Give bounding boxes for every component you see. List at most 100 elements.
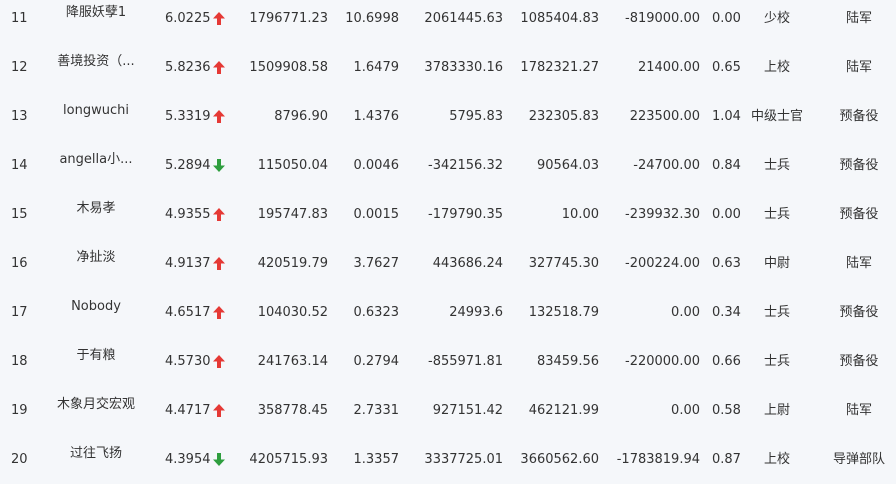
trader-name[interactable]: 降服妖孽1 (40, 0, 152, 37)
value-2-cell: 327745.30 (528, 256, 599, 271)
value-1-cell: 2061445.63 (424, 11, 503, 26)
value-2-cell: 10.00 (561, 207, 599, 222)
fraction-cell: 0.34 (712, 305, 741, 320)
assets-cell: 358778.45 (257, 403, 328, 418)
value-3-cell: 0.00 (671, 403, 700, 418)
assets-cell: 241763.14 (257, 354, 328, 369)
assets-cell: 8796.90 (274, 109, 328, 124)
ratio-cell: 10.6998 (345, 11, 399, 26)
rank-cell: 18 (11, 354, 28, 369)
trader-name[interactable]: 善境投资（... (40, 37, 152, 86)
value-3-cell: 223500.00 (629, 109, 700, 124)
ratio-cell: 2.7331 (353, 403, 400, 418)
ratio-cell: 0.6323 (353, 305, 400, 320)
table-row[interactable]: 20 过往飞扬 4.3954 4205715.93 1.3357 3337725.01 36… (0, 435, 896, 484)
score-cell: 4.9137 (165, 256, 211, 271)
table-row[interactable]: 14 angella小... 5.2894 115050.04 0.0046 -34215… (0, 141, 896, 190)
trader-name[interactable]: longwuchi (40, 86, 152, 135)
value-3-cell: 0.00 (671, 305, 700, 320)
table-row[interactable]: 15 木易孝 4.9355 195747.83 0.0015 -179790.35 10.0… (0, 190, 896, 239)
trader-name[interactable]: 净扯淡 (40, 233, 152, 282)
value-1-cell: 24993.6 (449, 305, 503, 320)
ranking-table: 11 降服妖孽1 6.0225 1796771.23 10.6998 2061445.63… (0, 0, 896, 479)
value-1-cell: 927151.42 (432, 403, 503, 418)
army-branch-cell: 预备役 (839, 109, 879, 124)
arrow-up-icon (213, 355, 225, 368)
table-row[interactable]: 16 净扯淡 4.9137 420519.79 3.7627 443686.24 32774… (0, 239, 896, 288)
ratio-cell: 0.0015 (353, 207, 400, 222)
rank-cell: 19 (11, 403, 28, 418)
rank-title-cell: 上尉 (763, 403, 790, 418)
fraction-cell: 0.00 (712, 207, 741, 222)
value-3-cell: 21400.00 (637, 60, 700, 75)
value-3-cell: -220000.00 (625, 354, 700, 369)
value-1-cell: 443686.24 (432, 256, 503, 271)
trader-name[interactable]: 木象月交宏观 (40, 380, 152, 429)
fraction-cell: 0.65 (712, 60, 741, 75)
ratio-cell: 0.0046 (353, 158, 400, 173)
army-branch-cell: 陆军 (845, 11, 872, 26)
army-branch-cell: 陆军 (845, 60, 872, 75)
army-branch-cell: 陆军 (845, 403, 872, 418)
assets-cell: 1796771.23 (249, 11, 328, 26)
value-1-cell: -179790.35 (428, 207, 503, 222)
score-cell: 6.0225 (165, 11, 211, 26)
arrow-up-icon (213, 12, 225, 25)
rank-title-cell: 士兵 (763, 207, 790, 222)
fraction-cell: 0.87 (712, 452, 741, 467)
trader-name[interactable]: 于有粮 (40, 331, 152, 380)
assets-cell: 4205715.93 (249, 452, 328, 467)
fraction-cell: 0.84 (712, 158, 741, 173)
table-row[interactable]: 17 Nobody 4.6517 104030.52 0.6323 24993.6 1325… (0, 288, 896, 337)
arrow-up-icon (213, 306, 225, 319)
arrow-down-icon (213, 453, 225, 466)
fraction-cell: 0.58 (712, 403, 741, 418)
army-branch-cell: 导弹部队 (832, 452, 885, 467)
table-row[interactable]: 12 善境投资（... 5.8236 1509908.58 1.6479 3783330.… (0, 43, 896, 92)
value-1-cell: -855971.81 (428, 354, 503, 369)
score-cell: 4.9355 (165, 207, 211, 222)
trader-name[interactable]: 过往飞扬 (40, 429, 152, 478)
value-3-cell: -239932.30 (625, 207, 700, 222)
rank-cell: 11 (11, 11, 28, 26)
value-2-cell: 1085404.83 (520, 11, 599, 26)
score-cell: 5.8236 (165, 60, 211, 75)
score-cell: 4.4717 (165, 403, 211, 418)
rank-title-cell: 士兵 (763, 158, 790, 173)
assets-cell: 115050.04 (257, 158, 328, 173)
rank-cell: 15 (11, 207, 28, 222)
rank-title-cell: 上校 (763, 60, 790, 75)
army-branch-cell: 预备役 (839, 158, 879, 173)
arrow-up-icon (213, 110, 225, 123)
table-row[interactable]: 19 木象月交宏观 4.4717 358778.45 2.7331 927151.42 46… (0, 386, 896, 435)
table-row[interactable]: 18 于有粮 4.5730 241763.14 0.2794 -855971.81 8345… (0, 337, 896, 386)
rank-title-cell: 中级士官 (750, 109, 803, 124)
rank-cell: 17 (11, 305, 28, 320)
score-cell: 4.6517 (165, 305, 211, 320)
value-1-cell: 3783330.16 (424, 60, 503, 75)
arrow-down-icon (213, 159, 225, 172)
table-row[interactable]: 13 longwuchi 5.3319 8796.90 1.4376 5795.83 232… (0, 92, 896, 141)
trader-name[interactable]: Nobody (40, 282, 152, 331)
value-2-cell: 1782321.27 (520, 60, 599, 75)
rank-title-cell: 士兵 (763, 305, 790, 320)
arrow-up-icon (213, 404, 225, 417)
value-3-cell: -200224.00 (625, 256, 700, 271)
value-3-cell: -1783819.94 (616, 452, 700, 467)
rank-title-cell: 中尉 (763, 256, 790, 271)
assets-cell: 420519.79 (257, 256, 328, 271)
value-2-cell: 83459.56 (536, 354, 599, 369)
value-3-cell: -24700.00 (633, 158, 700, 173)
assets-cell: 195747.83 (257, 207, 328, 222)
value-2-cell: 232305.83 (528, 109, 599, 124)
fraction-cell: 0.66 (712, 354, 741, 369)
trader-name[interactable]: angella小... (40, 135, 152, 184)
arrow-up-icon (213, 208, 225, 221)
fraction-cell: 0.00 (712, 11, 741, 26)
value-1-cell: -342156.32 (428, 158, 503, 173)
rank-cell: 20 (11, 452, 28, 467)
value-3-cell: -819000.00 (625, 11, 700, 26)
assets-cell: 104030.52 (257, 305, 328, 320)
value-1-cell: 3337725.01 (424, 452, 503, 467)
trader-name[interactable]: 木易孝 (40, 184, 152, 233)
